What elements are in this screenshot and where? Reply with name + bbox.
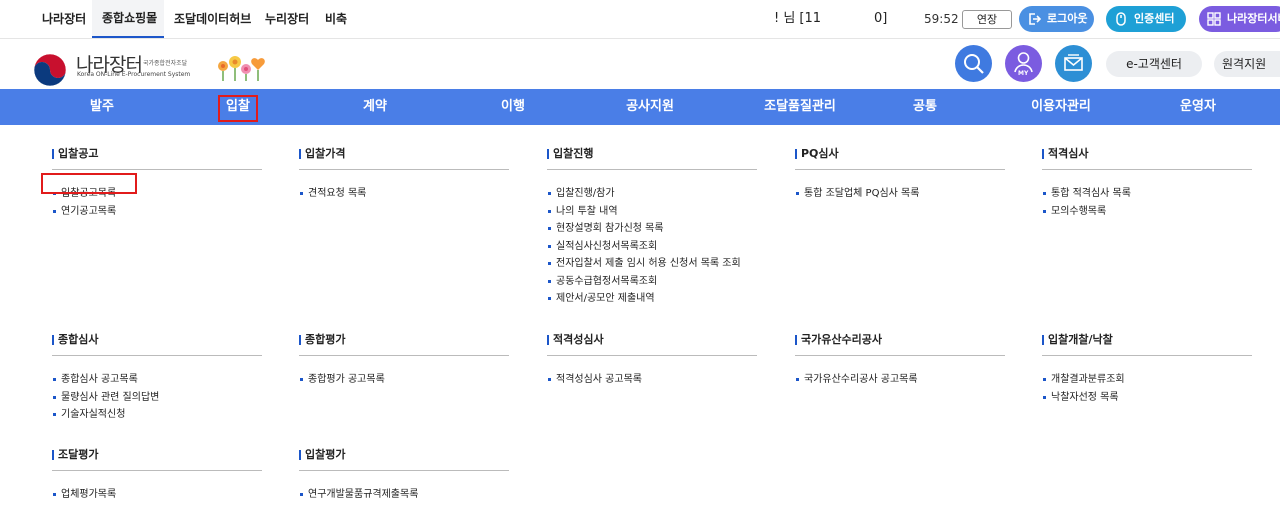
section-divider: [52, 470, 262, 471]
section-title: 입찰공고: [52, 147, 98, 161]
user-id-suffix: 0]: [874, 11, 888, 26]
mail-icon: [1064, 54, 1083, 71]
mainnav-contract[interactable]: 계약: [335, 89, 415, 125]
section-divider: [795, 169, 1005, 170]
mainnav-order[interactable]: 발주: [62, 89, 142, 125]
menu-item-performance-review-list[interactable]: 실적심사신청서목록조회: [547, 238, 741, 256]
cert-center-label: 인증센터: [1134, 12, 1175, 25]
section-divider: [795, 355, 1005, 356]
topnav-stockpile[interactable]: 비축: [325, 0, 347, 38]
topnav-data-hub[interactable]: 조달데이터허브: [174, 0, 251, 38]
section-title: 입찰가격: [299, 147, 345, 161]
menu-item-vendor-evaluation-list[interactable]: 업체평가목록: [52, 486, 116, 504]
section-title: 조달평가: [52, 448, 98, 462]
menu-item-joint-supply-agreement-list[interactable]: 공동수급협정서목록조회: [547, 273, 741, 291]
nara-server-button[interactable]: 나라장터서버: [1199, 6, 1280, 32]
menu-item-evaluation-notice-list[interactable]: 종합평가 공고목록: [299, 371, 385, 389]
section-divider: [299, 169, 509, 170]
menu-item-proposal-submission-history[interactable]: 제안서/공모안 제출내역: [547, 290, 741, 308]
main-navigation: 발주 입찰 계약 이행 공사지원 조달품질관리 공통 이용자관리 운영자: [0, 89, 1280, 125]
menu-item-awardee-selection-list[interactable]: 낙찰자선정 목록: [1042, 389, 1125, 407]
message-button[interactable]: [1055, 45, 1092, 82]
logo-subtitle: 국가종합전자조달: [143, 60, 188, 67]
menu-item-pq-review-list[interactable]: 통합 조달업체 PQ심사 목록: [795, 185, 919, 203]
flowers-decoration-icon: [218, 56, 265, 81]
section-title: 입찰평가: [299, 448, 345, 462]
session-timer: 59:52: [924, 12, 959, 26]
logo-english: Korea ON-Line E-Procurement System: [77, 71, 191, 78]
menu-item-engineer-performance-application[interactable]: 기술자실적신청: [52, 406, 159, 424]
logout-label: 로그아웃: [1047, 12, 1088, 25]
menu-item-bid-participation[interactable]: 입찰진행/참가: [547, 185, 741, 203]
menu-item-my-bid-history[interactable]: 나의 투찰 내역: [547, 203, 741, 221]
topnav-nuri-market[interactable]: 누리장터: [265, 0, 309, 38]
section-divider: [52, 355, 262, 356]
menu-item-quote-request-list[interactable]: 견적요청 목록: [299, 185, 366, 203]
section-title: 입찰진행: [547, 147, 593, 161]
user-info: ! 님 [11 0]: [648, 10, 888, 28]
grid-icon: [1207, 12, 1221, 26]
section-divider: [547, 169, 757, 170]
section-divider: [299, 355, 509, 356]
cert-center-button[interactable]: 인증센터: [1106, 6, 1186, 32]
search-icon: [964, 54, 984, 74]
nara-server-label: 나라장터서버: [1227, 12, 1280, 25]
mouse-icon: [1116, 12, 1126, 26]
extend-session-button[interactable]: 연장: [962, 10, 1012, 29]
my-label: MY: [1018, 70, 1029, 77]
section-title: 국가유산수리공사: [795, 333, 882, 347]
search-button[interactable]: [955, 45, 992, 82]
section-title: PQ심사: [795, 147, 839, 161]
menu-item-suitability-notice-list[interactable]: 적격성심사 공고목록: [547, 371, 642, 389]
menu-item-eligibility-review-list[interactable]: 통합 적격심사 목록: [1042, 185, 1131, 203]
remote-support-button[interactable]: 원격지원: [1214, 51, 1280, 77]
menu-item-bid-notice-list[interactable]: 입찰공고목록: [52, 185, 116, 203]
menu-item-mock-execution-list[interactable]: 모의수행목록: [1042, 203, 1131, 221]
mainnav-common[interactable]: 공통: [885, 89, 965, 125]
taegeuk-emblem-icon: [33, 53, 67, 87]
menu-item-opening-result-lookup[interactable]: 개찰결과분류조회: [1042, 371, 1125, 389]
logout-icon: [1029, 13, 1041, 25]
menu-item-quantity-review-qna[interactable]: 물량심사 관련 질의답변: [52, 389, 159, 407]
section-divider: [299, 470, 509, 471]
section-divider: [52, 169, 262, 170]
section-divider: [1042, 355, 1252, 356]
user-name: ! 님 [11: [774, 11, 822, 26]
section-title: 종합심사: [52, 333, 98, 347]
menu-item-postponed-notice-list[interactable]: 연기공고목록: [52, 203, 116, 221]
section-divider: [547, 355, 757, 356]
logout-button[interactable]: 로그아웃: [1019, 6, 1094, 32]
menu-item-heritage-repair-notice-list[interactable]: 국가유산수리공사 공고목록: [795, 371, 918, 389]
section-title: 종합평가: [299, 333, 345, 347]
section-title: 입찰개찰/낙찰: [1042, 333, 1113, 347]
top-bar: 나라장터 종합쇼핑몰 조달데이터허브 누리장터 비축 ! 님 [11 0] 59…: [0, 0, 1280, 38]
section-divider: [1042, 169, 1252, 170]
menu-item-site-briefing-list[interactable]: 현장설명회 참가신청 목록: [547, 220, 741, 238]
topnav-shopping-mall[interactable]: 종합쇼핑몰: [92, 0, 164, 38]
mainnav-quality-management[interactable]: 조달품질관리: [738, 89, 862, 125]
mainnav-user-management[interactable]: 이용자관리: [1011, 89, 1111, 125]
menu-item-temporary-permit-list[interactable]: 전자입찰서 제출 임시 허용 신청서 목록 조회: [547, 255, 741, 273]
topnav-naramarket[interactable]: 나라장터: [42, 0, 86, 38]
section-title: 적격심사: [1042, 147, 1088, 161]
mainnav-construction-support[interactable]: 공사지원: [600, 89, 700, 125]
mainnav-bid[interactable]: 입찰: [198, 89, 278, 125]
section-title: 적격성심사: [547, 333, 604, 347]
e-customer-center-button[interactable]: e-고객센터: [1106, 51, 1202, 77]
my-page-button[interactable]: MY: [1005, 45, 1042, 82]
mainnav-operator[interactable]: 운영자: [1158, 89, 1238, 125]
menu-item-comprehensive-notice-list[interactable]: 종합심사 공고목록: [52, 371, 159, 389]
menu-item-rnd-spec-submission-list[interactable]: 연구개발물품규격제출목록: [299, 486, 418, 504]
mainnav-performance[interactable]: 이행: [473, 89, 553, 125]
